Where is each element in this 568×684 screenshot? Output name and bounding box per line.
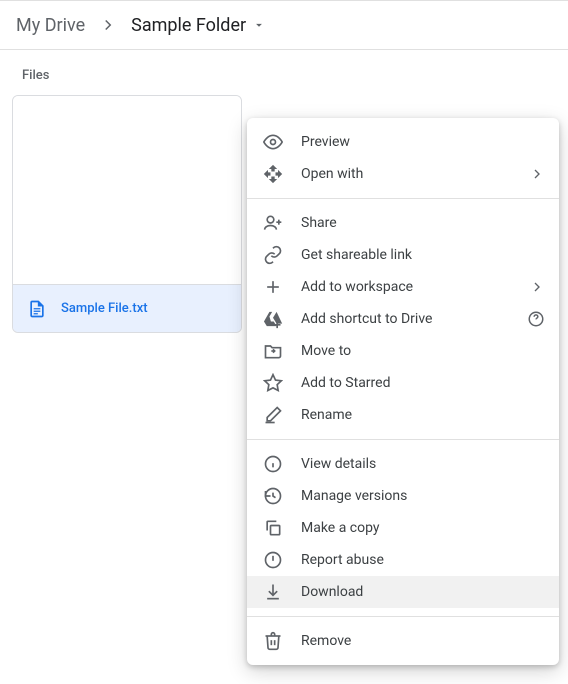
drive-shortcut-icon	[263, 309, 283, 329]
move-icon	[263, 341, 283, 361]
menu-label: Get shareable link	[301, 247, 412, 263]
chevron-right-icon	[529, 166, 545, 182]
menu-label: View details	[301, 456, 376, 472]
menu-label: Add to workspace	[301, 279, 413, 295]
menu-item-report[interactable]: Report abuse	[247, 544, 559, 576]
menu-item-get-link[interactable]: Get shareable link	[247, 239, 559, 271]
menu-divider	[247, 439, 559, 440]
menu-item-rename[interactable]: Rename	[247, 399, 559, 431]
breadcrumb-current[interactable]: Sample Folder	[125, 11, 272, 40]
file-thumbnail	[13, 96, 241, 284]
chevron-right-icon	[529, 279, 545, 295]
menu-item-add-workspace[interactable]: Add to workspace	[247, 271, 559, 303]
section-label-files: Files	[0, 50, 568, 95]
menu-item-open-with[interactable]: Open with	[247, 158, 559, 190]
menu-label: Make a copy	[301, 520, 380, 536]
breadcrumb-bar: My Drive Sample Folder	[0, 0, 568, 50]
open-with-icon	[263, 164, 283, 184]
menu-label: Add shortcut to Drive	[301, 311, 432, 327]
menu-item-star[interactable]: Add to Starred	[247, 367, 559, 399]
file-card-footer: Sample File.txt	[13, 284, 241, 332]
menu-item-add-shortcut[interactable]: Add shortcut to Drive	[247, 303, 559, 335]
menu-label: Manage versions	[301, 488, 407, 504]
menu-item-preview[interactable]: Preview	[247, 126, 559, 158]
copy-icon	[263, 518, 283, 538]
help-icon[interactable]	[527, 310, 545, 328]
link-icon	[263, 245, 283, 265]
file-name: Sample File.txt	[61, 301, 148, 316]
star-icon	[263, 373, 283, 393]
eye-icon	[263, 132, 283, 152]
menu-label: Report abuse	[301, 552, 384, 568]
person-add-icon	[263, 213, 283, 233]
menu-label: Preview	[301, 134, 350, 150]
trash-icon	[263, 631, 283, 651]
menu-label: Rename	[301, 407, 352, 423]
file-card[interactable]: Sample File.txt	[12, 95, 242, 333]
menu-label: Add to Starred	[301, 375, 390, 391]
info-icon	[263, 454, 283, 474]
breadcrumb-current-label: Sample Folder	[131, 15, 246, 36]
menu-item-copy[interactable]: Make a copy	[247, 512, 559, 544]
menu-item-remove[interactable]: Remove	[247, 625, 559, 657]
menu-label: Open with	[301, 166, 363, 182]
report-icon	[263, 550, 283, 570]
file-icon	[27, 299, 47, 319]
menu-item-versions[interactable]: Manage versions	[247, 480, 559, 512]
menu-divider	[247, 198, 559, 199]
context-menu: Preview Open with Share Get shareable li…	[247, 118, 559, 665]
menu-divider	[247, 616, 559, 617]
menu-label: Download	[301, 584, 363, 600]
menu-item-download[interactable]: Download	[247, 576, 559, 608]
chevron-right-icon	[99, 16, 117, 34]
breadcrumb-root-label: My Drive	[16, 15, 85, 36]
caret-down-icon	[252, 18, 266, 32]
pencil-icon	[263, 405, 283, 425]
breadcrumb-root[interactable]: My Drive	[10, 11, 91, 40]
menu-item-move-to[interactable]: Move to	[247, 335, 559, 367]
history-icon	[263, 486, 283, 506]
plus-icon	[263, 277, 283, 297]
download-icon	[263, 582, 283, 602]
menu-item-details[interactable]: View details	[247, 448, 559, 480]
menu-item-share[interactable]: Share	[247, 207, 559, 239]
menu-label: Move to	[301, 343, 351, 359]
menu-label: Share	[301, 215, 337, 231]
menu-label: Remove	[301, 633, 351, 649]
